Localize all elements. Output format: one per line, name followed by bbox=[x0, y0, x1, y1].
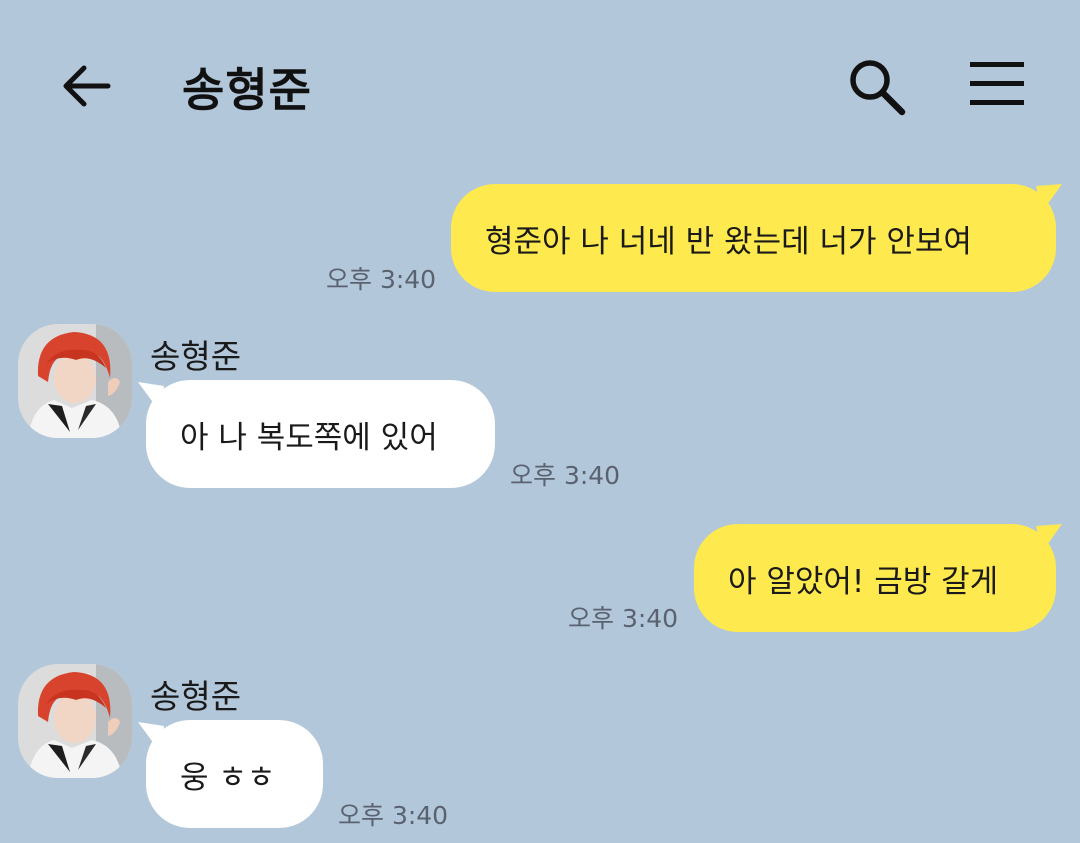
message-text: 웅 ㅎㅎ bbox=[180, 759, 276, 796]
their-message-bubble[interactable]: 아 나 복도쪽에 있어 bbox=[146, 380, 495, 488]
menu-icon bbox=[970, 62, 1024, 105]
avatar[interactable] bbox=[18, 664, 132, 778]
message-time: 오후 3:40 bbox=[326, 265, 437, 294]
my-message-bubble[interactable]: 형준아 나 너네 반 왔는데 너가 안보여 bbox=[451, 184, 1056, 292]
my-message-bubble[interactable]: 아 알았어! 금방 갈게 bbox=[694, 524, 1056, 632]
their-message-bubble[interactable]: 웅 ㅎㅎ bbox=[146, 720, 323, 828]
bubble-tail bbox=[1036, 184, 1062, 212]
search-icon bbox=[850, 60, 906, 116]
message-time: 오후 3:40 bbox=[568, 604, 679, 633]
bubble-tail bbox=[1036, 524, 1062, 552]
search-button[interactable] bbox=[846, 56, 908, 118]
arrow-left-icon bbox=[63, 65, 111, 107]
menu-button[interactable] bbox=[966, 58, 1026, 110]
profile-photo bbox=[18, 324, 132, 438]
sender-name: 송형준 bbox=[150, 677, 242, 716]
sender-name: 송형준 bbox=[150, 337, 242, 376]
message-text: 형준아 나 너네 반 왔는데 너가 안보여 bbox=[485, 223, 972, 260]
message-text: 아 나 복도쪽에 있어 bbox=[180, 419, 438, 456]
avatar[interactable] bbox=[18, 324, 132, 438]
back-button[interactable] bbox=[58, 58, 114, 114]
message-time: 오후 3:40 bbox=[510, 461, 621, 490]
message-time: 오후 3:40 bbox=[338, 801, 449, 830]
profile-photo bbox=[18, 664, 132, 778]
message-text: 아 알았어! 금방 갈게 bbox=[728, 563, 999, 600]
chat-title: 송형준 bbox=[182, 63, 312, 117]
chat-header: 송형준 bbox=[0, 0, 1080, 170]
